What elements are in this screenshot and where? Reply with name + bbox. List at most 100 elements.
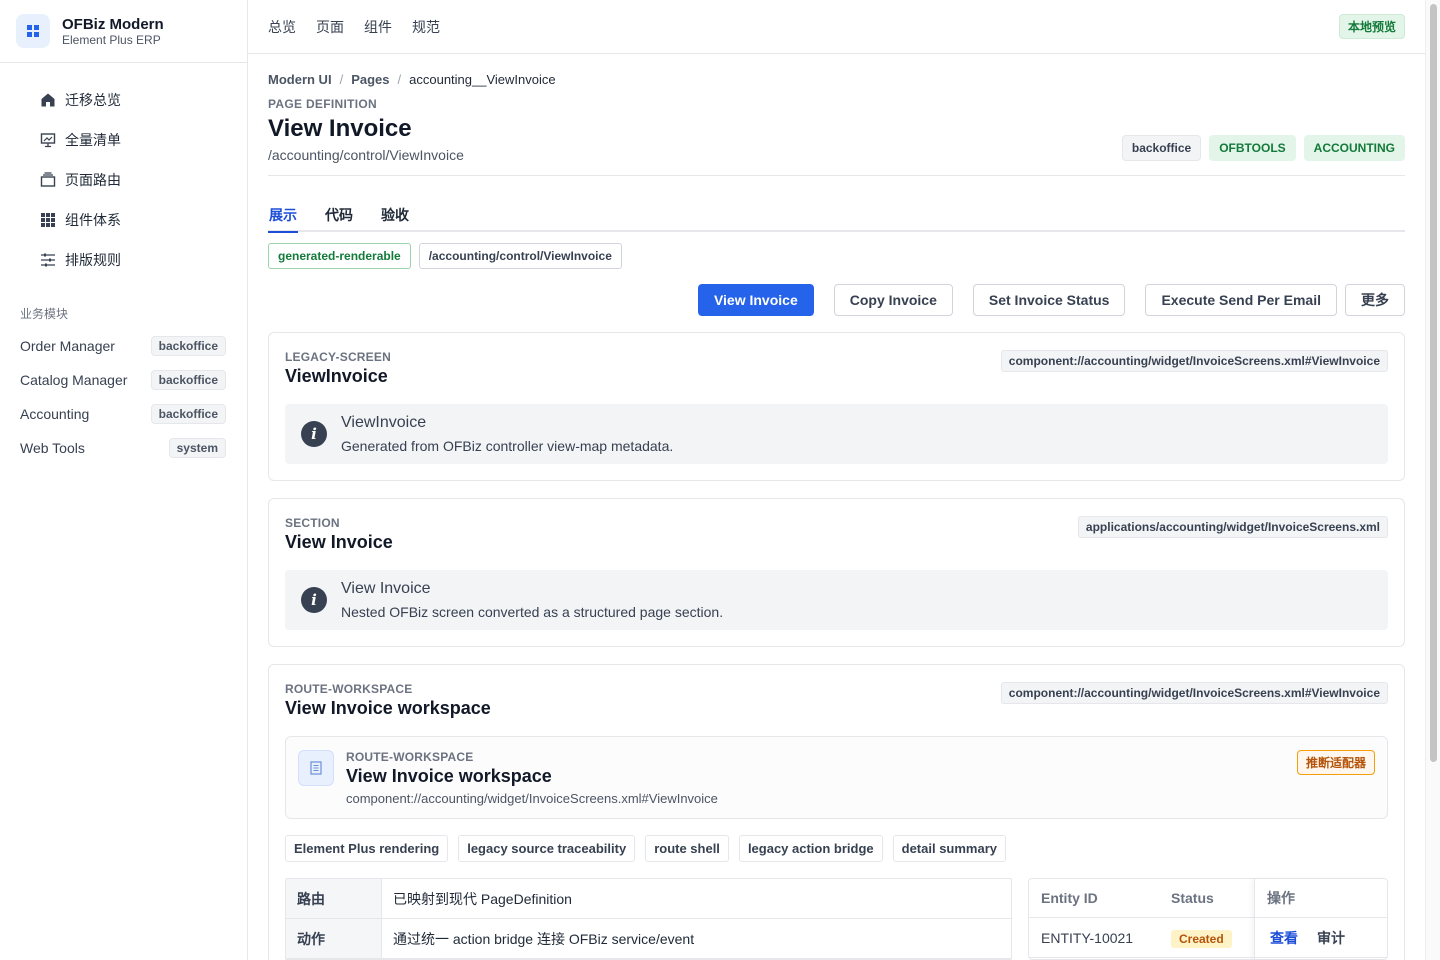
brand-subtitle: Element Plus ERP (62, 32, 161, 47)
tab-display[interactable]: 展示 (268, 205, 298, 233)
topbar: 总览 页面 组件 规范 本地预览 (248, 0, 1425, 54)
renderable-chip: generated-renderable (268, 243, 411, 269)
tag-ofbtools: OFBTOOLS (1209, 135, 1296, 161)
modules-list: Order Manager backoffice Catalog Manager… (0, 329, 247, 465)
main-content: Modern UI / Pages / accounting__ViewInvo… (268, 54, 1405, 960)
card-title: ViewInvoice (285, 366, 388, 386)
audit-link[interactable]: 审计 (1317, 928, 1345, 948)
modules-section-title: 业务模块 (20, 307, 69, 321)
module-label: Accounting (20, 406, 90, 422)
card-title: View Invoice (285, 532, 393, 552)
status-badge: Created (1171, 929, 1232, 948)
info-icon: i (301, 421, 327, 447)
table-row: ENTITY-10021 Created (1029, 918, 1254, 958)
workspace-details: 路由 已映射到现代 PageDefinition 动作 通过统一 action … (285, 878, 1388, 960)
source-ref-badge: component://accounting/widget/InvoiceScr… (1000, 682, 1388, 704)
module-item-accounting[interactable]: Accounting backoffice (0, 397, 247, 431)
module-item-catalog-manager[interactable]: Catalog Manager backoffice (0, 363, 247, 397)
sidebar-item-routes[interactable]: 页面路由 (0, 160, 247, 200)
alert-title: View Invoice (341, 580, 431, 597)
card-title: View Invoice workspace (285, 698, 491, 718)
feature-chip: legacy action bridge (738, 835, 883, 862)
scrollbar-thumb[interactable] (1430, 4, 1437, 762)
card-eyebrow: ROUTE-WORKSPACE (285, 682, 413, 696)
workspace-panel: ROUTE-WORKSPACE View Invoice workspace c… (285, 736, 1388, 819)
sidebar: OFBiz Modern Element Plus ERP 迁移总览 全量清单 … (0, 0, 248, 960)
workspace-eyebrow: ROUTE-WORKSPACE (346, 750, 474, 764)
module-badge: system (168, 438, 226, 458)
more-button[interactable]: 更多 (1345, 284, 1405, 316)
page-title: View Invoice (268, 115, 412, 142)
feature-chip: Element Plus rendering (285, 835, 449, 862)
source-ref-badge: applications/accounting/widget/InvoiceSc… (1077, 516, 1388, 538)
section-card: SECTION View Invoice applications/accoun… (268, 498, 1405, 647)
grid-icon (40, 212, 56, 228)
module-item-web-tools[interactable]: Web Tools system (0, 431, 247, 465)
sidebar-item-overview[interactable]: 迁移总览 (0, 80, 247, 120)
sidebar-nav: 迁移总览 全量清单 页面路由 组件体系 排版规则 (0, 63, 247, 280)
alert-title: ViewInvoice (341, 414, 427, 431)
page-eyebrow: PAGE DEFINITION (268, 97, 377, 111)
route-chip: /accounting/control/ViewInvoice (418, 243, 622, 269)
sidebar-item-inventory[interactable]: 全量清单 (0, 120, 247, 160)
set-invoice-status-button[interactable]: Set Invoice Status (972, 284, 1126, 316)
copy-invoice-button[interactable]: Copy Invoice (833, 284, 953, 316)
sidebar-item-label: 页面路由 (65, 172, 121, 188)
workspace-title: View Invoice workspace (346, 766, 552, 786)
topnav-overview[interactable]: 总览 (268, 17, 296, 37)
feature-chips: Element Plus rendering legacy source tra… (285, 835, 1388, 862)
page-header: PAGE DEFINITION View Invoice /accounting… (268, 89, 1405, 176)
view-link[interactable]: 查看 (1270, 928, 1298, 948)
entity-id-cell: ENTITY-10021 (1041, 929, 1134, 946)
top-nav: 总览 页面 组件 规范 (268, 17, 440, 37)
row-actions: 查看 审计 (1255, 928, 1345, 948)
breadcrumb: Modern UI / Pages / accounting__ViewInvo… (268, 72, 1405, 89)
column-header-operations: 操作 (1255, 879, 1387, 918)
topnav-components[interactable]: 组件 (364, 17, 392, 37)
tag-backoffice: backoffice (1121, 135, 1202, 161)
workspace-path: component://accounting/widget/InvoiceScr… (346, 791, 718, 806)
inferred-adapter-badge: 推断适配器 (1296, 750, 1375, 775)
feature-chip: legacy source traceability (458, 835, 636, 862)
detail-descriptions: 路由 已映射到现代 PageDefinition 动作 通过统一 action … (285, 878, 1012, 960)
sliders-icon (40, 252, 56, 268)
info-alert: i View Invoice Nested OFBiz screen conve… (285, 570, 1388, 630)
brand-title: OFBiz Modern (62, 15, 164, 33)
sidebar-item-label: 全量清单 (65, 132, 121, 148)
detail-row: 动作 通过统一 action bridge 连接 OFBiz service/e… (286, 919, 1011, 959)
detail-value: 已映射到现代 PageDefinition (393, 890, 572, 907)
sidebar-item-components[interactable]: 组件体系 (0, 200, 247, 240)
tab-code[interactable]: 代码 (324, 205, 354, 230)
detail-value: 通过统一 action bridge 连接 OFBiz service/even… (393, 930, 695, 947)
legacy-screen-card: LEGACY-SCREEN ViewInvoice component://ac… (268, 332, 1405, 481)
breadcrumb-pages[interactable]: Pages (351, 72, 389, 89)
breadcrumb-separator: / (339, 72, 344, 87)
document-icon (298, 750, 334, 786)
feature-chip: detail summary (892, 835, 1007, 862)
view-tabs: 展示 代码 验收 (268, 205, 1405, 233)
topnav-standards[interactable]: 规范 (412, 17, 440, 37)
tab-acceptance[interactable]: 验收 (380, 205, 410, 230)
module-item-order-manager[interactable]: Order Manager backoffice (0, 329, 247, 363)
module-label: Catalog Manager (20, 372, 128, 388)
column-header-status: Status (1171, 890, 1214, 906)
detail-row: 路由 已映射到现代 PageDefinition (286, 879, 1011, 919)
action-bar: View Invoice Copy Invoice Set Invoice St… (268, 284, 1405, 316)
module-label: Web Tools (20, 440, 85, 456)
topnav-pages[interactable]: 页面 (316, 17, 344, 37)
page-scrollbar[interactable] (1425, 0, 1440, 960)
source-ref-badge: component://accounting/widget/InvoiceScr… (1000, 350, 1388, 372)
sidebar-item-layout-rules[interactable]: 排版规则 (0, 240, 247, 280)
info-icon: i (301, 587, 327, 613)
view-invoice-button[interactable]: View Invoice (697, 284, 814, 316)
execute-send-per-email-button[interactable]: Execute Send Per Email (1145, 284, 1337, 316)
info-alert: i ViewInvoice Generated from OFBiz contr… (285, 404, 1388, 464)
module-badge: backoffice (150, 404, 226, 424)
table-fixed-actions-column: 操作 查看 审计 (1254, 879, 1387, 959)
brand[interactable]: OFBiz Modern Element Plus ERP (0, 0, 247, 63)
card-eyebrow: LEGACY-SCREEN (285, 350, 391, 364)
card-eyebrow: SECTION (285, 516, 340, 530)
alert-description: Nested OFBiz screen converted as a struc… (341, 604, 724, 620)
page-path: /accounting/control/ViewInvoice (268, 147, 464, 163)
breadcrumb-root[interactable]: Modern UI (268, 72, 332, 89)
